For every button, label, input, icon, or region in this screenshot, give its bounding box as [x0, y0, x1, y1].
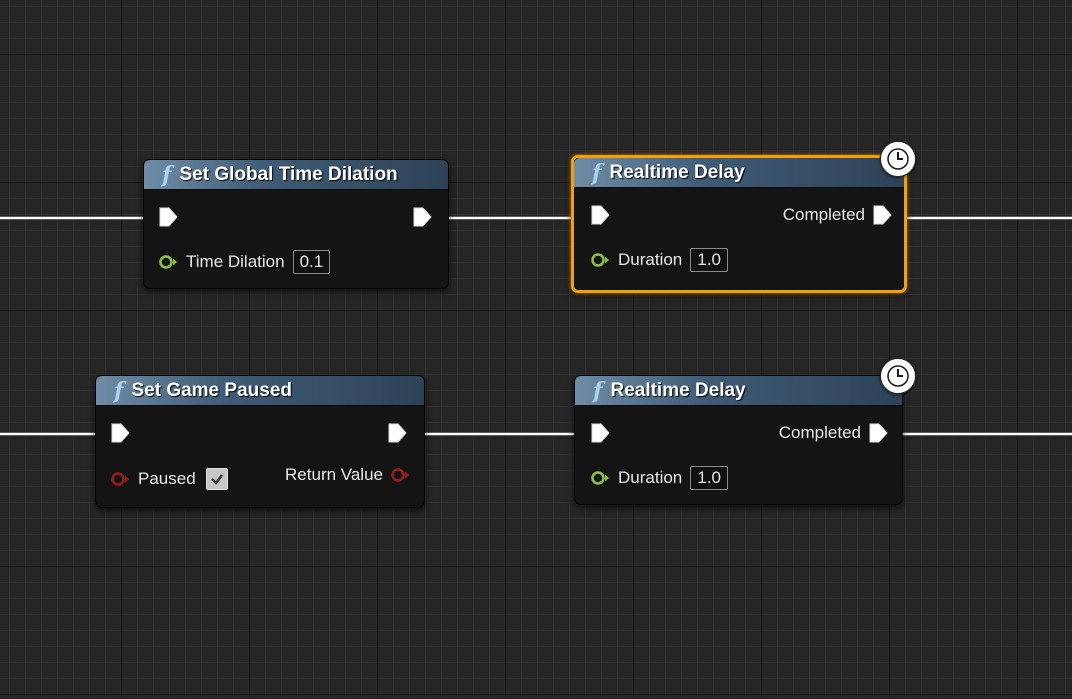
node-header[interactable]: f Realtime Delay: [575, 376, 902, 406]
latent-clock-icon: [880, 358, 916, 394]
exec-in-pin[interactable]: [591, 205, 610, 225]
time-dilation-input[interactable]: 0.1: [292, 250, 331, 274]
pin-label-duration: Duration: [618, 250, 683, 269]
duration-input[interactable]: 1.0: [690, 248, 728, 272]
exec-out-pin[interactable]: [413, 207, 432, 227]
input-row-duration: Duration 1.0: [591, 248, 728, 272]
node-set-game-paused[interactable]: f Set Game Paused Paused Return Value: [95, 375, 425, 508]
blueprint-graph-canvas[interactable]: f Set Global Time Dilation Time Dilation…: [0, 0, 1072, 699]
output-row-completed: Completed: [779, 421, 888, 445]
pin-label-completed: Completed: [782, 205, 865, 224]
pin-label-duration: Duration: [618, 468, 683, 487]
exec-in-pin[interactable]: [159, 207, 178, 227]
node-header[interactable]: f Realtime Delay: [574, 158, 904, 188]
node-title: Realtime Delay: [610, 379, 746, 401]
wires-layer: [0, 216, 1072, 436]
float-pin-icon[interactable]: [591, 470, 610, 486]
pin-label-paused: Paused: [138, 469, 196, 488]
duration-input[interactable]: 1.0: [690, 466, 728, 490]
exec-out-pin-completed[interactable]: [869, 423, 888, 443]
node-title: Set Global Time Dilation: [179, 163, 398, 185]
exec-in-pin[interactable]: [111, 423, 130, 443]
output-row-completed: Completed: [783, 203, 892, 227]
node-header[interactable]: f Set Game Paused: [96, 376, 424, 406]
exec-out-pin[interactable]: [388, 423, 407, 443]
pin-label-time-dilation: Time Dilation: [186, 252, 285, 271]
function-icon: f: [114, 377, 124, 404]
float-pin-icon[interactable]: [591, 252, 610, 268]
exec-in-pin[interactable]: [591, 423, 610, 443]
function-icon: f: [592, 159, 602, 186]
node-set-global-time-dilation[interactable]: f Set Global Time Dilation Time Dilation…: [143, 159, 449, 289]
function-icon: f: [593, 377, 603, 404]
paused-checkbox[interactable]: [205, 468, 228, 490]
bool-pin-icon[interactable]: [111, 471, 130, 487]
bool-out-pin-icon[interactable]: [391, 467, 410, 483]
node-header[interactable]: f Set Global Time Dilation: [144, 160, 448, 190]
node-title: Set Game Paused: [131, 379, 292, 401]
input-row-paused: Paused: [111, 467, 228, 491]
node-realtime-delay-2[interactable]: f Realtime Delay Completed Duration 1.0: [574, 375, 903, 505]
input-row-duration: Duration 1.0: [591, 466, 728, 490]
exec-out-pin-completed[interactable]: [873, 205, 892, 225]
output-row-return-value: Return Value: [285, 463, 410, 487]
pin-label-completed: Completed: [778, 423, 861, 442]
node-realtime-delay-1[interactable]: f Realtime Delay Completed Duration 1.0: [571, 155, 907, 293]
latent-clock-icon: [880, 141, 916, 177]
function-icon: f: [162, 161, 172, 188]
input-row-time-dilation: Time Dilation 0.1: [159, 250, 331, 274]
pin-label-return-value: Return Value: [285, 465, 383, 484]
float-pin-icon[interactable]: [159, 254, 178, 270]
node-title: Realtime Delay: [609, 161, 745, 183]
